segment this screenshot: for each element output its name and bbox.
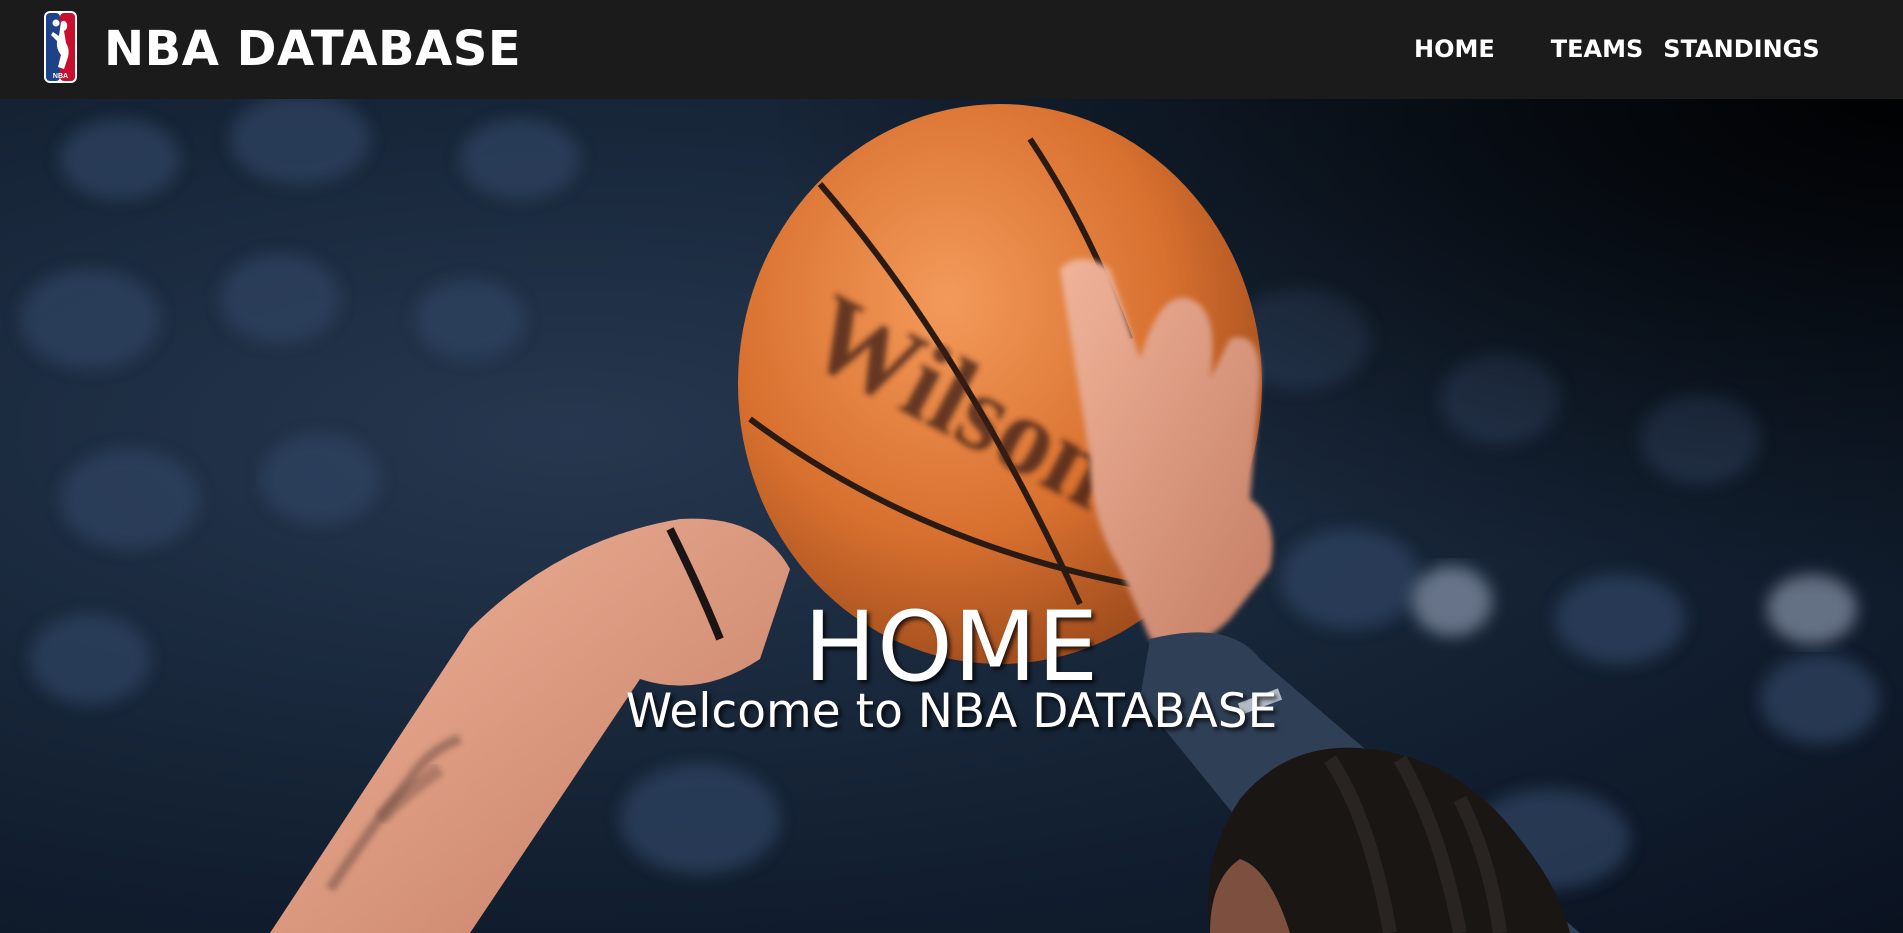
top-navbar: NBA NBA DATABASE HOME TEAMS STANDINGS bbox=[0, 0, 1903, 99]
hero-background-image: Wilson bbox=[0, 99, 1903, 933]
site-brand-title[interactable]: NBA DATABASE bbox=[104, 20, 521, 78]
hero-subtitle: Welcome to NBA DATABASE bbox=[625, 684, 1278, 739]
nav-link-home[interactable]: HOME bbox=[1414, 35, 1495, 63]
main-nav: HOME TEAMS STANDINGS bbox=[1414, 32, 1820, 66]
svg-text:NBA: NBA bbox=[53, 73, 68, 80]
nav-link-teams[interactable]: TEAMS bbox=[1551, 35, 1644, 63]
nba-logo-icon[interactable]: NBA bbox=[43, 10, 78, 84]
hero-banner: Wilson HOME Welcome to NBA DATABASE bbox=[0, 99, 1903, 933]
nav-link-standings[interactable]: STANDINGS bbox=[1663, 35, 1819, 63]
